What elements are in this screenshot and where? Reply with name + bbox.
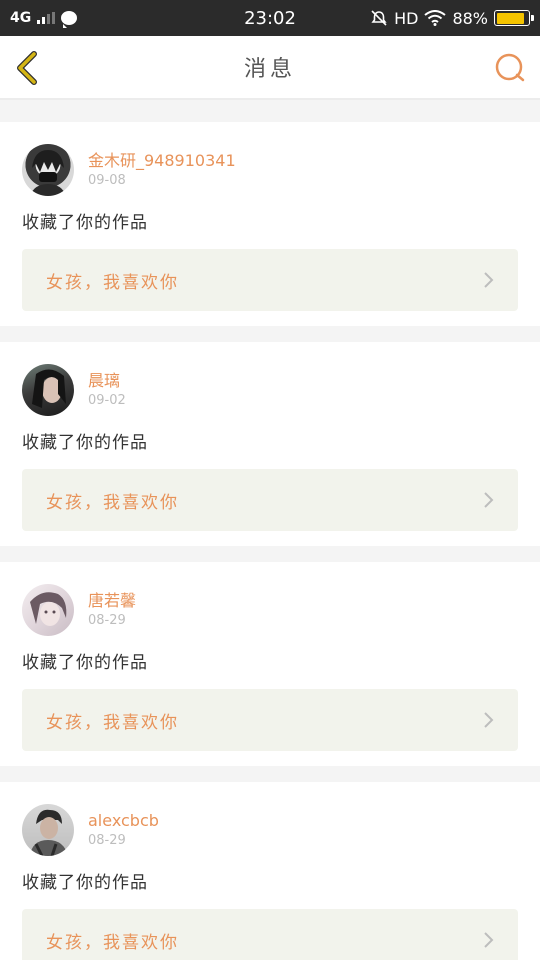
work-link[interactable]: 女孩，我喜欢你 — [22, 689, 518, 751]
chevron-right-icon — [484, 492, 494, 508]
status-bar: 4G 23:02 HD 88% — [0, 0, 540, 36]
status-left: 4G — [10, 10, 78, 28]
work-link[interactable]: 女孩，我喜欢你 — [22, 909, 518, 960]
message-card: 晨璃 09-02 收藏了你的作品 女孩，我喜欢你 — [0, 342, 540, 546]
user-row: 晨璃 09-02 — [22, 364, 518, 416]
username[interactable]: 唐若馨 — [88, 590, 136, 612]
signal-strength-icon — [37, 12, 56, 24]
message-date: 08-29 — [88, 613, 126, 628]
message-card: 唐若馨 08-29 收藏了你的作品 女孩，我喜欢你 — [0, 562, 540, 766]
chevron-left-icon[interactable] — [12, 50, 48, 86]
user-meta: 晨璃 09-02 — [88, 370, 126, 410]
work-title: 女孩，我喜欢你 — [46, 272, 179, 293]
hd-label: HD — [394, 8, 419, 28]
chevron-right-icon — [484, 272, 494, 288]
user-row: alexcbcb 08-29 — [22, 804, 518, 856]
avatar[interactable] — [22, 804, 74, 856]
header: 消息 — [0, 36, 540, 100]
username[interactable]: 金木研_948910341 — [88, 150, 236, 172]
search-icon[interactable] — [494, 52, 526, 84]
work-link[interactable]: 女孩，我喜欢你 — [22, 249, 518, 311]
action-text: 收藏了你的作品 — [22, 213, 148, 233]
battery-icon — [494, 10, 534, 26]
message-date: 09-02 — [88, 393, 126, 408]
network-type: 4G — [10, 10, 32, 26]
message-card: alexcbcb 08-29 收藏了你的作品 女孩，我喜欢你 — [0, 782, 540, 960]
username[interactable]: 晨璃 — [88, 370, 126, 392]
avatar[interactable] — [22, 584, 74, 636]
status-right: HD 88% — [370, 8, 534, 28]
username[interactable]: alexcbcb — [88, 810, 159, 832]
wifi-icon — [424, 10, 447, 26]
message-date: 09-08 — [88, 173, 126, 188]
user-meta: 金木研_948910341 09-08 — [88, 150, 236, 190]
user-row: 唐若馨 08-29 — [22, 584, 518, 636]
message-date: 08-29 — [88, 833, 126, 848]
message-list: 金木研_948910341 09-08 收藏了你的作品 女孩，我喜欢你 晨璃 0… — [0, 100, 540, 960]
chevron-right-icon — [484, 712, 494, 728]
avatar[interactable] — [22, 364, 74, 416]
work-link[interactable]: 女孩，我喜欢你 — [22, 469, 518, 531]
chevron-right-icon — [484, 932, 494, 948]
work-title: 女孩，我喜欢你 — [46, 932, 179, 953]
page-title: 消息 — [243, 57, 296, 82]
message-notification-icon — [61, 11, 78, 28]
action-text: 收藏了你的作品 — [22, 653, 148, 673]
avatar[interactable] — [22, 144, 74, 196]
user-meta: alexcbcb 08-29 — [88, 810, 159, 850]
user-row: 金木研_948910341 09-08 — [22, 144, 518, 196]
battery-level — [496, 12, 524, 24]
battery-percent: 88% — [452, 8, 488, 28]
alarm-off-icon — [371, 10, 387, 26]
work-title: 女孩，我喜欢你 — [46, 492, 179, 513]
work-title: 女孩，我喜欢你 — [46, 712, 179, 733]
action-text: 收藏了你的作品 — [22, 873, 148, 893]
status-time: 23:02 — [244, 7, 296, 29]
action-text: 收藏了你的作品 — [22, 433, 148, 453]
user-meta: 唐若馨 08-29 — [88, 590, 136, 630]
message-card: 金木研_948910341 09-08 收藏了你的作品 女孩，我喜欢你 — [0, 122, 540, 326]
